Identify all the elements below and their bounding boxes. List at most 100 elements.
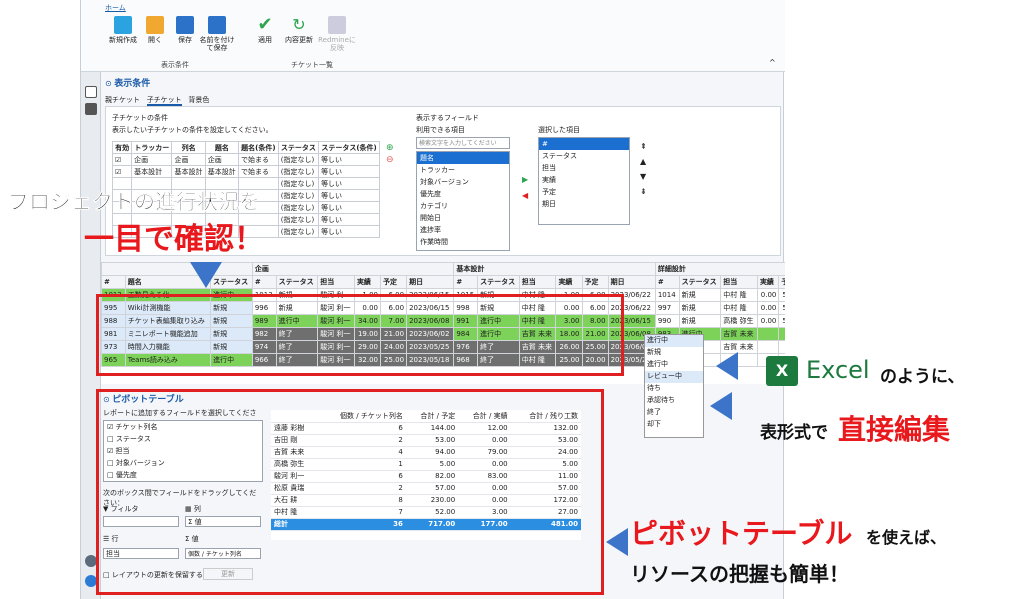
status-dropdown[interactable]: 進行中 新規 進行中 レビュー中 待ち 承認待ち 終了 却下: [644, 334, 704, 438]
list-item[interactable]: #: [539, 138, 629, 150]
grid-cell[interactable]: 中村 隆: [720, 301, 758, 315]
remove-field-icon[interactable]: ◀: [522, 191, 528, 200]
left-arrow-icon-3: [606, 528, 628, 556]
redmine-button[interactable]: Redmineに反映: [317, 16, 357, 52]
promo-headline-2: 一目で確認！: [84, 222, 264, 257]
grid-cell[interactable]: 高橋 弥生: [720, 314, 758, 328]
table-cell: 企画: [171, 153, 206, 166]
promo-table-form: 表形式で: [760, 423, 828, 443]
list-item[interactable]: 対象バージョン: [417, 176, 509, 188]
grid-cell[interactable]: 997: [654, 301, 680, 315]
list-item[interactable]: 進捗率: [417, 224, 509, 236]
dropdown-option[interactable]: 新規: [645, 347, 703, 359]
grid-col-header: ステータス: [275, 275, 319, 289]
promo-like-excel: のように、: [880, 367, 965, 387]
reorder-icons[interactable]: ⇞ ▲ ▼ ⇟: [640, 139, 647, 199]
dropdown-current[interactable]: 進行中: [645, 335, 703, 347]
table-cell: 等しい: [318, 213, 380, 226]
grid-cell[interactable]: 5.00: [778, 301, 785, 315]
list-item[interactable]: カテゴリ: [417, 200, 509, 212]
grid-group-header: [101, 262, 253, 276]
add-field-icon[interactable]: ▶: [522, 175, 528, 184]
grid-cell[interactable]: 5.00: [778, 288, 785, 302]
refresh-button[interactable]: ↻ 内容更新: [279, 16, 319, 45]
promo-pivot: ピボットテーブル: [630, 517, 853, 550]
save-as-button[interactable]: 名前を付けて保存: [197, 16, 237, 52]
table-cell: 企画: [131, 153, 173, 166]
grid-col-header: #: [101, 275, 126, 289]
grid-col-header: 予定: [778, 275, 785, 289]
grid-cell[interactable]: 新規: [678, 288, 722, 302]
grid-cell[interactable]: 0.00: [756, 314, 780, 328]
collapse-icon[interactable]: ^: [769, 58, 776, 67]
remove-icon[interactable]: ⊖: [386, 155, 394, 165]
cond-col-header: 有効: [111, 141, 133, 154]
grid-col-header: 実績: [555, 275, 583, 289]
grid-highlight-box: [96, 294, 624, 376]
group-label-ticket: チケット一覧: [291, 61, 333, 69]
tab-child[interactable]: 子チケット: [146, 96, 182, 106]
promo-resource: リソースの把握も簡単！: [630, 562, 849, 586]
dropdown-option[interactable]: 待ち: [645, 383, 703, 395]
table-cell: (指定なし): [277, 213, 320, 226]
grid-cell[interactable]: 新規: [678, 301, 722, 315]
grid-cell[interactable]: [778, 340, 785, 354]
grid-cell[interactable]: 中村 隆: [720, 288, 758, 302]
grid-col-header: 予定: [380, 275, 408, 289]
grid-col-header: ステータス: [678, 275, 722, 289]
grid-col-header: 実績: [756, 275, 780, 289]
list-item[interactable]: 実績: [539, 174, 629, 186]
cond-col-header: 題名: [204, 141, 240, 154]
selected-fields-list[interactable]: # ステータス 担当 実績 予定 期日: [538, 137, 630, 225]
list-item[interactable]: 開始日: [417, 212, 509, 224]
dropdown-option[interactable]: 承認待ち: [645, 395, 703, 407]
filter-icon[interactable]: [84, 86, 97, 98]
grid-cell[interactable]: 0.00: [756, 288, 780, 302]
ribbon: ホーム 新規作成 開く 保存 名前を付けて保存 ✔ 適用 ↻ 内容更新 Redmin…: [81, 0, 785, 72]
cond-section-header[interactable]: ⊙ 表示条件: [105, 76, 150, 89]
grid-col-header: 担当: [518, 275, 557, 289]
grid-cell[interactable]: 990: [654, 314, 680, 328]
grid-cell[interactable]: [756, 327, 780, 341]
tab-bg[interactable]: 背景色: [188, 96, 209, 104]
cond-col-header: トラッカー: [131, 141, 173, 154]
dropdown-option[interactable]: レビュー中: [645, 371, 703, 383]
dropdown-option[interactable]: 終了: [645, 407, 703, 419]
grid-cell[interactable]: 0.00: [756, 301, 780, 315]
grid-cell[interactable]: 新規: [678, 314, 722, 328]
dropdown-option[interactable]: 却下: [645, 419, 703, 431]
grid-col-header: #: [251, 275, 277, 289]
tab-parent[interactable]: 親チケット: [105, 96, 140, 104]
list-item[interactable]: 題名: [417, 152, 509, 164]
table-cell: 等しい: [318, 165, 380, 178]
table-cell: (指定なし): [277, 177, 320, 190]
down-arrow-icon: [190, 262, 222, 288]
add-icon[interactable]: ⊕: [386, 143, 394, 153]
dropdown-option[interactable]: 進行中: [645, 359, 703, 371]
tab-home[interactable]: ホーム: [105, 3, 126, 13]
grid-col-header: 実績: [353, 275, 382, 289]
grid-col-header: 予定: [581, 275, 609, 289]
list-item[interactable]: 予定: [539, 186, 629, 198]
available-fields-list[interactable]: 題名 トラッカー 対象バージョン 優先度 カテゴリ 開始日 進捗率 作業時間: [416, 151, 510, 251]
list-item[interactable]: 作業時間: [417, 236, 509, 248]
list-item[interactable]: 期日: [539, 198, 629, 210]
list-item[interactable]: 担当: [539, 162, 629, 174]
list-item[interactable]: トラッカー: [417, 164, 509, 176]
table-cell: 等しい: [318, 153, 380, 166]
grid-cell[interactable]: [778, 327, 785, 341]
child-cond-title: 子チケットの条件: [112, 114, 168, 122]
table-cell: ☑: [111, 165, 133, 178]
list-item[interactable]: ステータス: [539, 150, 629, 162]
list-item[interactable]: 優先度: [417, 188, 509, 200]
cond-col-header: ステータス(条件): [318, 141, 380, 154]
grid-cell[interactable]: [756, 340, 780, 354]
grid-cell[interactable]: 1014: [654, 288, 680, 302]
table-cell: 等しい: [318, 177, 380, 190]
grid-cell[interactable]: 吉賀 未来: [720, 327, 758, 341]
grid-cell[interactable]: 5.00: [778, 314, 785, 328]
field-search-input[interactable]: 検索文字を入力してください: [416, 137, 510, 149]
table-cell: 基本設計: [131, 165, 173, 178]
table-icon[interactable]: [84, 103, 97, 115]
cond-col-header: 題名(条件): [238, 141, 279, 154]
